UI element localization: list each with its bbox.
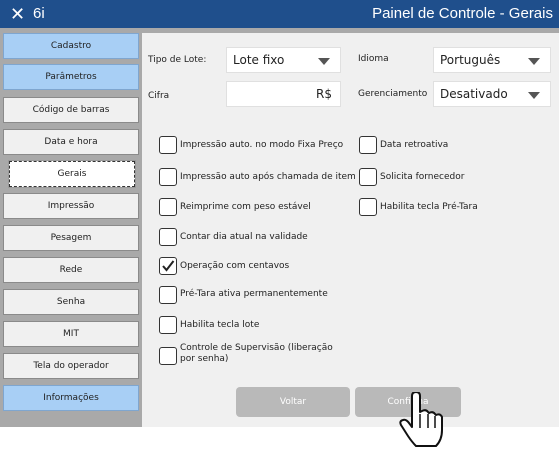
- option-label: Impressão auto após chamada de item: [180, 172, 356, 182]
- sidebar-item-informacoes[interactable]: Informações: [3, 385, 139, 411]
- option-label: Solicita fornecedor: [380, 172, 465, 182]
- checkbox-pre-tara-permanente[interactable]: [159, 286, 177, 304]
- idioma-label: Idioma: [358, 54, 389, 64]
- option-label: Pré-Tara ativa permanentemente: [180, 289, 328, 299]
- sidebar-item-mit[interactable]: MIT: [3, 321, 139, 347]
- idioma-select[interactable]: Português: [433, 47, 551, 73]
- hand-pointer-icon: [399, 392, 443, 447]
- settings-panel: Tipo de Lote: Lote fixo Idioma Português…: [142, 33, 559, 427]
- sidebar-item-impressao[interactable]: Impressão: [3, 193, 139, 219]
- sidebar-item-cadastro[interactable]: Cadastro: [3, 33, 139, 59]
- checkbox-habilita-tecla-pre-tara[interactable]: [359, 198, 377, 216]
- close-icon[interactable]: ✕: [10, 3, 25, 25]
- checkbox-impressao-fixa-preco[interactable]: [159, 136, 177, 154]
- chevron-down-icon: [528, 92, 540, 99]
- idioma-value: Português: [440, 53, 501, 67]
- sidebar-item-pesagem[interactable]: Pesagem: [3, 225, 139, 251]
- sidebar-item-gerais[interactable]: Gerais: [8, 160, 136, 188]
- tipo-lote-select[interactable]: Lote fixo: [226, 47, 341, 73]
- gerenciamento-label: Gerenciamento: [358, 89, 428, 99]
- checkbox-controle-supervisao[interactable]: [159, 347, 177, 365]
- title-bar: ✕ 6i Painel de Controle - Gerais: [0, 0, 559, 28]
- checkbox-habilita-tecla-lote[interactable]: [159, 316, 177, 334]
- option-label: Controle de Supervisão (liberação por se…: [180, 343, 333, 364]
- checkbox-impressao-chamada-item[interactable]: [159, 168, 177, 186]
- checkmark-icon: [162, 260, 175, 272]
- checkbox-data-retroativa[interactable]: [359, 136, 377, 154]
- sidebar-item-data-e-hora[interactable]: Data e hora: [3, 129, 139, 155]
- window-title: Painel de Controle - Gerais: [372, 5, 553, 22]
- gerenciamento-value: Desativado: [440, 87, 508, 101]
- option-label: Reimprime com peso estável: [180, 202, 311, 212]
- back-button[interactable]: Voltar: [236, 387, 350, 417]
- option-label: Operação com centavos: [180, 261, 290, 271]
- chevron-down-icon: [528, 58, 540, 65]
- sidebar-item-tela-do-operador[interactable]: Tela do operador: [3, 353, 139, 379]
- cifra-label: Cifra: [148, 91, 170, 101]
- checkbox-solicita-fornecedor[interactable]: [359, 168, 377, 186]
- option-label: Habilita tecla Pré-Tara: [380, 202, 478, 212]
- tipo-lote-value: Lote fixo: [233, 53, 285, 67]
- sidebar-item-rede[interactable]: Rede: [3, 257, 139, 283]
- checkbox-operacao-centavos[interactable]: [159, 257, 177, 275]
- checkbox-contar-dia-atual[interactable]: [159, 228, 177, 246]
- tipo-lote-label: Tipo de Lote:: [148, 55, 207, 65]
- sidebar-item-parametros[interactable]: Parâmetros: [3, 64, 139, 90]
- option-label: Habilita tecla lote: [180, 320, 260, 330]
- option-label: Contar dia atual na validade: [180, 232, 308, 242]
- app-name: 6i: [33, 5, 45, 22]
- checkbox-reimprime-peso-estavel[interactable]: [159, 198, 177, 216]
- gerenciamento-select[interactable]: Desativado: [433, 81, 551, 107]
- cifra-input[interactable]: R$: [226, 81, 341, 107]
- option-label: Data retroativa: [380, 140, 449, 150]
- cifra-value: R$: [316, 87, 332, 101]
- sidebar-item-codigo-de-barras[interactable]: Código de barras: [3, 97, 139, 123]
- option-label: Impressão auto. no modo Fixa Preço: [180, 140, 344, 150]
- chevron-down-icon: [318, 58, 330, 65]
- sidebar-item-senha[interactable]: Senha: [3, 289, 139, 315]
